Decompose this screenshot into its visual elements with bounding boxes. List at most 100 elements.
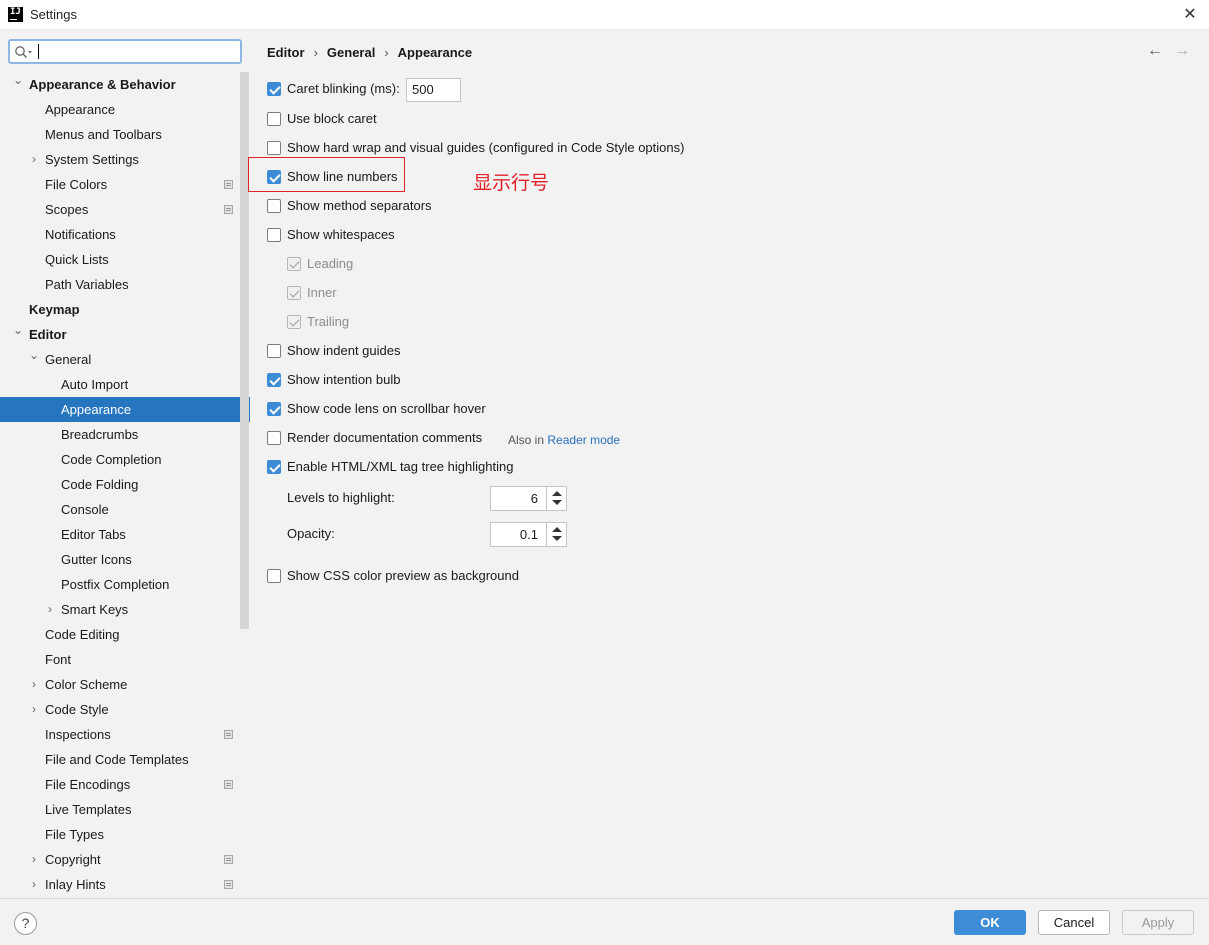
opacity-label: Opacity:	[287, 526, 335, 541]
sidebar-item-notifications[interactable]: Notifications	[0, 222, 250, 247]
forward-arrow-icon[interactable]: →	[1174, 42, 1190, 60]
chevron-down-icon[interactable]: ⌄	[13, 68, 23, 93]
sidebar-item-file-types[interactable]: File Types	[0, 822, 250, 847]
sidebar-item-color-scheme[interactable]: › Color Scheme	[0, 672, 250, 697]
levels-value[interactable]: 6	[531, 487, 538, 510]
levels-spinner[interactable]: 6	[490, 486, 567, 511]
levels-spinner-buttons[interactable]	[546, 487, 566, 510]
css-preview-label: Show CSS color preview as background	[287, 568, 519, 583]
sidebar-scrollbar[interactable]	[240, 72, 249, 629]
sidebar-item-menus-and-toolbars[interactable]: Menus and Toolbars	[0, 122, 250, 147]
breadcrumb-general: General	[326, 45, 376, 60]
sidebar-item-system-settings[interactable]: › System Settings	[0, 147, 250, 172]
inner-label: Inner	[307, 285, 337, 300]
opacity-value[interactable]: 0.1	[520, 523, 538, 546]
sidebar-item-appearance[interactable]: Appearance	[0, 397, 250, 422]
block-caret-checkbox[interactable]	[267, 112, 281, 126]
tag-tree-checkbox[interactable]	[267, 460, 281, 474]
indent-guides-checkbox[interactable]	[267, 344, 281, 358]
render-docs-checkbox[interactable]	[267, 431, 281, 445]
caret-blinking-input[interactable]: 500	[406, 78, 461, 102]
sidebar-item-general[interactable]: ⌄ General	[0, 347, 250, 372]
sidebar-item-label: Quick Lists	[45, 252, 109, 267]
sidebar-item-breadcrumbs[interactable]: Breadcrumbs	[0, 422, 250, 447]
project-scope-icon	[224, 205, 233, 214]
chevron-right-icon[interactable]: ›	[45, 597, 55, 622]
spinner-down-icon[interactable]	[552, 536, 562, 541]
sidebar-item-label: System Settings	[45, 152, 139, 167]
chevron-right-icon[interactable]: ›	[29, 697, 39, 722]
spinner-up-icon[interactable]	[552, 527, 562, 532]
cancel-button[interactable]: Cancel	[1038, 910, 1110, 935]
sidebar-item-inlay-hints[interactable]: › Inlay Hints	[0, 872, 250, 897]
chevron-right-icon[interactable]: ›	[29, 872, 39, 897]
opacity-spinner-buttons[interactable]	[546, 523, 566, 546]
sidebar-item-smart-keys[interactable]: › Smart Keys	[0, 597, 250, 622]
ok-button[interactable]: OK	[954, 910, 1026, 935]
chevron-right-icon[interactable]: ›	[29, 672, 39, 697]
sidebar-item-code-folding[interactable]: Code Folding	[0, 472, 250, 497]
reader-mode-link[interactable]: Reader mode	[547, 433, 620, 447]
sidebar-item-file-encodings[interactable]: File Encodings	[0, 772, 250, 797]
sidebar-item-code-style[interactable]: › Code Style	[0, 697, 250, 722]
back-arrow-icon[interactable]: ←	[1147, 42, 1163, 60]
whitespaces-checkbox[interactable]	[267, 228, 281, 242]
method-separators-label: Show method separators	[287, 198, 432, 213]
close-button[interactable]: ✕	[1177, 3, 1203, 27]
sidebar-item-live-templates[interactable]: Live Templates	[0, 797, 250, 822]
levels-label: Levels to highlight:	[287, 490, 395, 505]
caret-blinking-checkbox[interactable]	[267, 82, 281, 96]
sidebar-item-file-colors[interactable]: File Colors	[0, 172, 250, 197]
apply-button[interactable]: Apply	[1122, 910, 1194, 935]
sidebar-item-quick-lists[interactable]: Quick Lists	[0, 247, 250, 272]
hard-wrap-checkbox[interactable]	[267, 141, 281, 155]
code-lens-label: Show code lens on scrollbar hover	[287, 401, 486, 416]
also-in-text: Also in	[508, 433, 545, 447]
code-lens-checkbox[interactable]	[267, 402, 281, 416]
sidebar-item-auto-import[interactable]: Auto Import	[0, 372, 250, 397]
sidebar-item-inspections[interactable]: Inspections	[0, 722, 250, 747]
sidebar-item-file-and-code-templates[interactable]: File and Code Templates	[0, 747, 250, 772]
sidebar-item-scopes[interactable]: Scopes	[0, 197, 250, 222]
sidebar-item-label: Breadcrumbs	[61, 427, 139, 442]
spinner-down-icon[interactable]	[552, 500, 562, 505]
sidebar-item-path-variables[interactable]: Path Variables	[0, 272, 250, 297]
search-input[interactable]	[40, 42, 236, 61]
sidebar-item-font[interactable]: Font	[0, 647, 250, 672]
sidebar-item-keymap[interactable]: Keymap	[0, 297, 250, 322]
opacity-spinner[interactable]: 0.1	[490, 522, 567, 547]
sidebar-item-label: Copyright	[45, 852, 101, 867]
intention-bulb-checkbox[interactable]	[267, 373, 281, 387]
sidebar-item-label: Gutter Icons	[61, 552, 132, 567]
intention-bulb-label: Show intention bulb	[287, 372, 401, 387]
sidebar-item-postfix-completion[interactable]: Postfix Completion	[0, 572, 250, 597]
css-preview-checkbox[interactable]	[267, 569, 281, 583]
sidebar-item-code-editing[interactable]: Code Editing	[0, 622, 250, 647]
chevron-right-icon[interactable]: ›	[29, 847, 39, 872]
sidebar-item-console[interactable]: Console	[0, 497, 250, 522]
chevron-down-icon[interactable]: ⌄	[13, 318, 23, 343]
sidebar-item-label: Inlay Hints	[45, 877, 106, 892]
sidebar-item-gutter-icons[interactable]: Gutter Icons	[0, 547, 250, 572]
sidebar-item-appearance-behavior[interactable]: ⌄ Appearance & Behavior	[0, 72, 250, 97]
sidebar-item-code-completion[interactable]: Code Completion	[0, 447, 250, 472]
sidebar-item-editor-tabs[interactable]: Editor Tabs	[0, 522, 250, 547]
sidebar-item-label: Path Variables	[45, 277, 129, 292]
breadcrumb-appearance: Appearance	[397, 45, 473, 60]
spinner-up-icon[interactable]	[552, 491, 562, 496]
search-box[interactable]	[8, 39, 242, 64]
search-icon	[15, 46, 32, 58]
help-button[interactable]: ?	[14, 912, 37, 935]
method-separators-checkbox[interactable]	[267, 199, 281, 213]
sidebar-item-label: Editor Tabs	[61, 527, 126, 542]
chevron-down-icon[interactable]: ⌄	[29, 343, 39, 368]
leading-checkbox	[287, 257, 301, 271]
line-numbers-checkbox[interactable]	[267, 170, 281, 184]
sidebar-item-label: Menus and Toolbars	[45, 127, 162, 142]
sidebar-item-label: Keymap	[29, 302, 80, 317]
chevron-right-icon[interactable]: ›	[29, 147, 39, 172]
sidebar-item-copyright[interactable]: › Copyright	[0, 847, 250, 872]
trailing-label: Trailing	[307, 314, 350, 329]
sidebar-item-appearance[interactable]: Appearance	[0, 97, 250, 122]
project-scope-icon	[224, 780, 233, 789]
